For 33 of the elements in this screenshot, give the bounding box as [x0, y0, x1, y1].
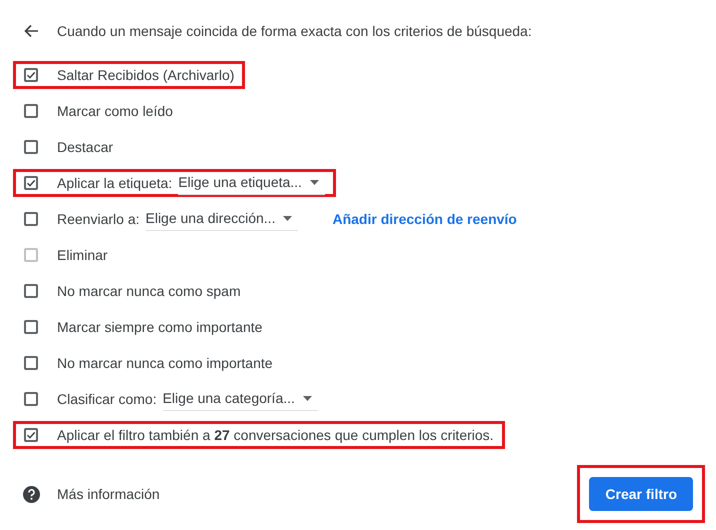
option-label: Aplicar la etiqueta:: [57, 174, 172, 193]
option-label: Marcar como leído: [57, 102, 173, 120]
caret-icon: [283, 216, 292, 221]
dropdown[interactable]: Elige una dirección...: [146, 207, 298, 231]
checkbox[interactable]: [24, 320, 38, 334]
option-label: Destacar: [57, 138, 114, 156]
option-label: Reenviarlo a:: [57, 210, 140, 228]
checkbox[interactable]: [24, 428, 38, 442]
checkbox[interactable]: [24, 212, 38, 226]
caret-icon: [310, 180, 319, 185]
option-label: No marcar nunca como importante: [57, 354, 273, 373]
create-filter-button[interactable]: Crear filtro: [589, 477, 693, 511]
checkbox[interactable]: [24, 68, 38, 82]
caret-icon: [302, 396, 312, 401]
checkbox[interactable]: [24, 140, 38, 154]
help-icon: [23, 486, 40, 502]
more-info-link[interactable]: Más información: [57, 484, 160, 504]
option-label: Clasificar como:: [57, 390, 157, 408]
add-address-link[interactable]: Añadir dirección de reenvío: [332, 208, 517, 230]
checkbox[interactable]: [24, 284, 38, 298]
option-label: Saltar Recibidos (Archivarlo): [57, 66, 234, 85]
option-label: Aplicar el filtro también a 27 conversaciones que cumplen los criterios.: [57, 426, 494, 445]
option-label: No marcar nunca como spam: [57, 282, 241, 301]
checkbox[interactable]: [24, 104, 38, 118]
option-label: Marcar siempre como importante: [57, 318, 262, 337]
dropdown[interactable]: Elige una etiqueta...: [178, 171, 325, 195]
checkbox[interactable]: [24, 176, 38, 190]
checkbox[interactable]: [24, 392, 38, 406]
checkbox[interactable]: [24, 356, 38, 370]
option-label: Eliminar: [57, 246, 108, 264]
back-arrow-icon[interactable]: [24, 24, 39, 38]
header-title: Cuando un mensaje coincida de forma exacta con los criterios de búsqueda:: [57, 22, 532, 41]
dropdown[interactable]: Elige una categoría...: [162, 387, 318, 411]
